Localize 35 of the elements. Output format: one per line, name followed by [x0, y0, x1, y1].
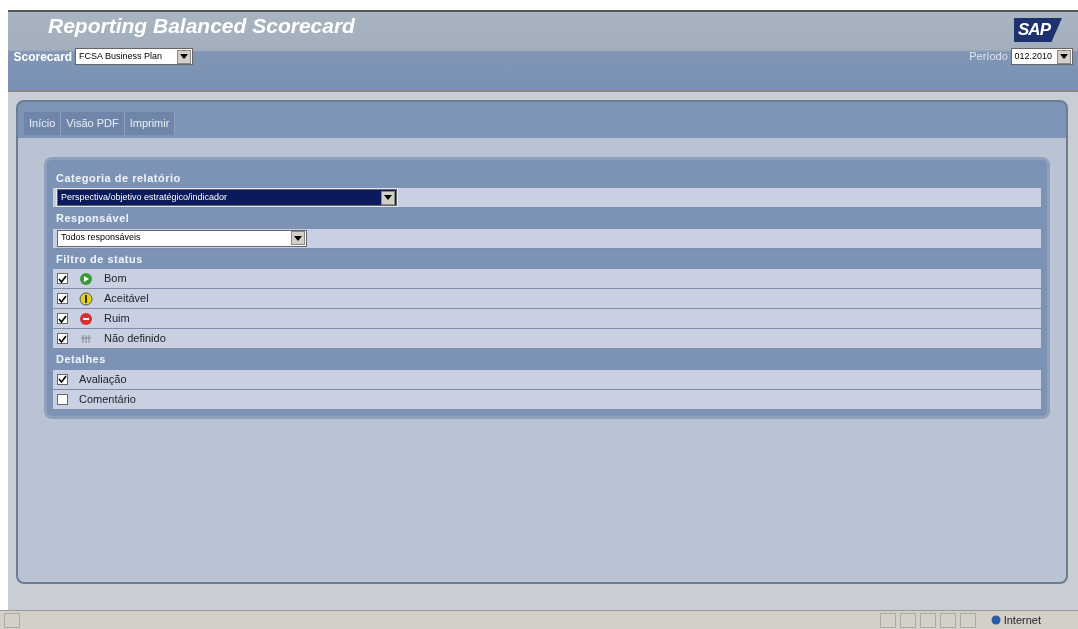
section-heading: Detalhes — [55, 352, 107, 367]
checkbox[interactable] — [57, 293, 68, 304]
checkbox[interactable] — [57, 313, 68, 324]
caret-icon — [384, 195, 392, 200]
caret-icon — [294, 235, 302, 241]
scorecard-dropdown[interactable]: FCSA Business Plan — [74, 48, 193, 65]
field-label: Período — [969, 49, 1008, 65]
status-pane — [879, 612, 896, 628]
status-pane — [959, 612, 976, 628]
checkbox-label: Aceitável — [104, 291, 149, 307]
period-dropdown[interactable]: 012.2010 — [1010, 48, 1073, 65]
checkbox-label: Não definido — [104, 331, 166, 347]
section-heading: Categoria de relatório — [55, 170, 182, 186]
checkbox[interactable] — [57, 333, 68, 344]
field-label: Scorecard — [13, 48, 73, 66]
logo: SAP — [1014, 18, 1062, 42]
checkbox-label: Bom — [104, 271, 127, 287]
caret-icon — [179, 54, 188, 59]
dropdown[interactable]: Todos responsáveis — [57, 229, 307, 247]
section-heading: Responsável — [55, 211, 131, 226]
globe-icon — [990, 615, 1001, 625]
dropdown[interactable]: Perspectiva/objetivo estratégico/indicador — [57, 189, 397, 206]
status-pane — [919, 612, 936, 628]
checkbox-label: Ruim — [104, 311, 130, 327]
status-pane — [939, 612, 956, 628]
checkbox[interactable] — [57, 373, 68, 385]
status-pane — [899, 612, 916, 628]
section-heading: Filtro de status — [55, 251, 144, 267]
checkbox-label: Comentário — [79, 391, 136, 407]
checkbox-label: Avaliação — [79, 371, 127, 387]
checkbox[interactable] — [57, 273, 68, 284]
caret-icon — [1059, 54, 1068, 59]
checkbox[interactable] — [57, 393, 68, 405]
status-zone: Internet — [1003, 612, 1041, 628]
app-title: Reporting Balanced Scorecard — [47, 13, 355, 39]
